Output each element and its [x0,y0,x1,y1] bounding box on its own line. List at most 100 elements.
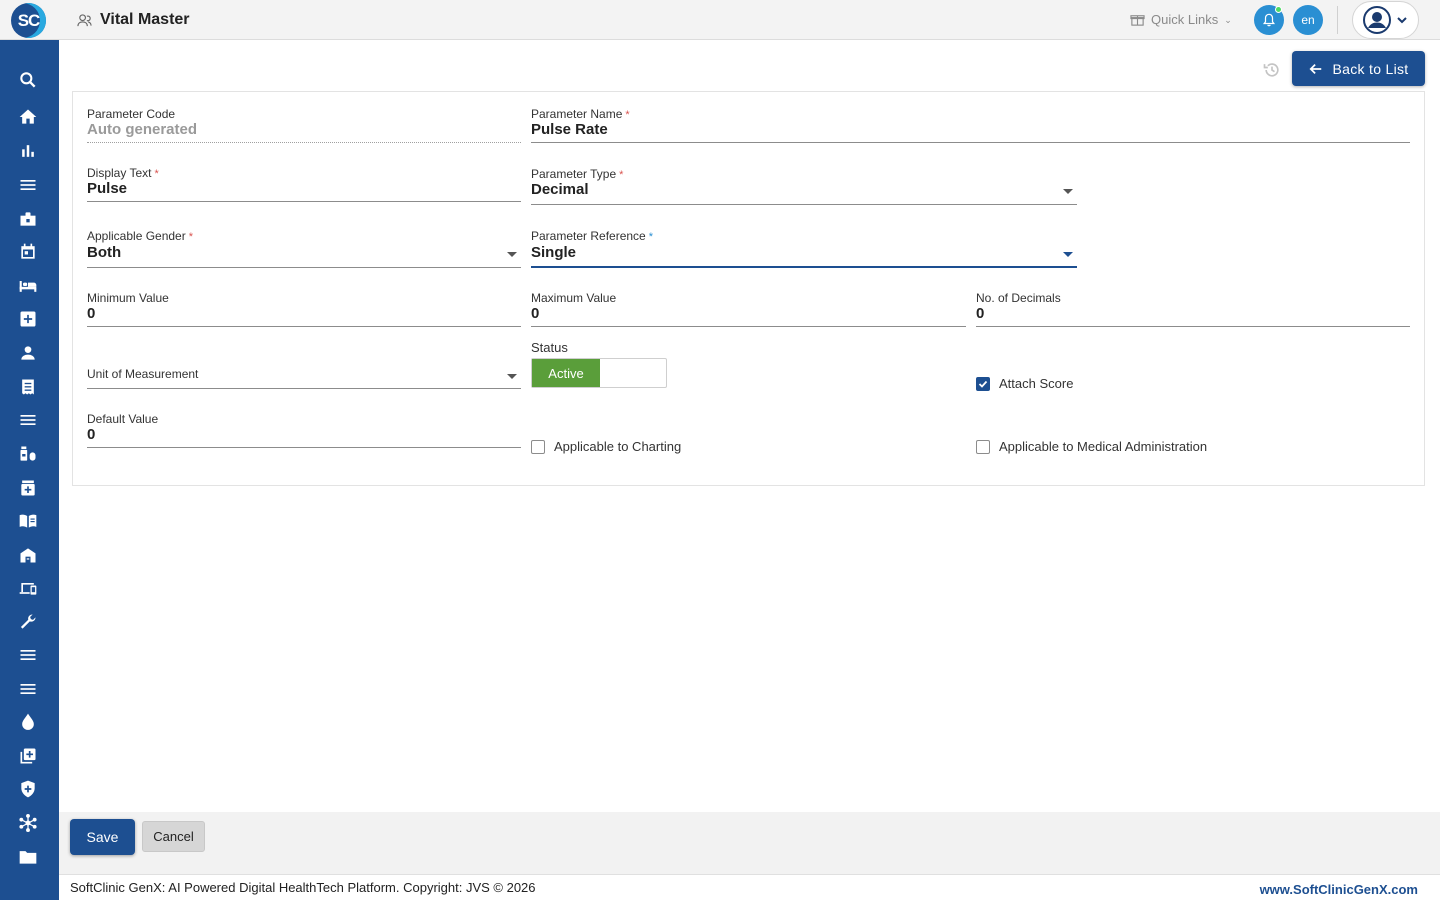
medical-plus-icon[interactable] [16,307,40,331]
attach-score-label: Attach Score [999,376,1074,391]
user-avatar-icon [1363,6,1391,34]
footer-copyright: SoftClinic GenX: AI Powered Digital Heal… [70,880,536,895]
gift-icon [1130,14,1145,26]
maximum-value-field[interactable]: Maximum Value 0 [531,291,966,327]
default-value-label: Default Value [87,412,159,426]
unit-of-measurement-select[interactable]: Unit of Measurement [87,366,521,389]
field-underline [976,326,1410,327]
parameter-type-select[interactable]: Parameter Type * Decimal [531,167,1077,205]
checkbox-unchecked[interactable] [531,439,545,454]
display-text-input[interactable]: Pulse [87,180,127,197]
no-of-decimals-input[interactable]: 0 [976,305,984,322]
shield-icon[interactable] [16,777,40,801]
applicable-gender-value: Both [87,244,122,261]
caret-down-icon [507,374,517,379]
caret-down-icon [1063,189,1073,194]
parameter-name-label: Parameter Name * [531,107,630,121]
history-icon[interactable] [1262,60,1282,80]
default-value-field[interactable]: Default Value 0 [87,412,521,448]
arrow-left-icon [1309,63,1321,74]
bar-chart-icon[interactable] [16,139,40,163]
person-icon[interactable] [16,341,40,365]
notification-dot [1275,6,1282,13]
devices-icon[interactable] [16,576,40,600]
status-toggle[interactable]: Active [531,358,667,388]
parameter-code-input[interactable]: Auto generated [87,121,197,138]
maximum-value-input[interactable]: 0 [531,305,539,322]
parameter-name-field[interactable]: Parameter Name * Pulse Rate [531,107,1410,143]
applicable-gender-label: Applicable Gender * [87,229,194,243]
building-icon[interactable] [16,543,40,567]
book-icon[interactable] [16,509,40,533]
footer-website-link[interactable]: www.SoftClinicGenX.com [1260,882,1418,897]
applicable-gender-select[interactable]: Applicable Gender * Both [87,229,521,268]
status-label: Status [531,340,568,355]
checkbox-checked[interactable] [976,376,990,391]
medication-icon[interactable] [16,442,40,466]
field-underline [87,142,521,143]
field-underline [531,326,966,327]
menu-icon-2[interactable] [16,643,40,667]
check-icon [978,380,988,388]
display-text-field[interactable]: Display Text * Pulse [87,166,521,202]
applicable-to-charting-checkbox[interactable]: Applicable to Charting [531,439,681,454]
checkbox-unchecked[interactable] [976,439,990,454]
parameter-code-label: Parameter Code [87,107,176,121]
wrench-icon[interactable] [16,610,40,634]
parameter-code-field[interactable]: Parameter Code Auto generated [87,107,521,143]
save-button[interactable]: Save [70,819,135,855]
add-box-icon[interactable] [16,744,40,768]
chevron-down-icon [1397,17,1407,24]
minimum-value-label: Minimum Value [87,291,169,305]
language-button[interactable]: en [1293,5,1323,35]
search-icon[interactable] [16,68,40,92]
status-active-option[interactable]: Active [532,359,600,387]
no-of-decimals-label: No. of Decimals [976,291,1061,305]
notifications-button[interactable] [1254,5,1284,35]
cancel-button[interactable]: Cancel [142,821,205,852]
calendar-icon[interactable] [16,240,40,264]
bed-icon[interactable] [16,274,40,298]
quick-links-menu[interactable]: Quick Links ⌄ [1130,9,1232,29]
back-to-list-button[interactable]: Back to List [1292,51,1425,86]
maximum-value-label: Maximum Value [531,291,617,305]
caret-down-icon [1063,252,1073,257]
applicable-to-medical-admin-label: Applicable to Medical Administration [999,439,1208,454]
badge-icon[interactable] [16,207,40,231]
parameter-reference-label: Parameter Reference * [531,229,654,243]
parameter-name-input[interactable]: Pulse Rate [531,121,608,138]
quick-links-label: Quick Links [1151,11,1219,27]
field-underline [531,204,1077,205]
no-of-decimals-field[interactable]: No. of Decimals 0 [976,291,1410,327]
list-icon[interactable] [16,408,40,432]
field-underline [87,388,521,389]
menu-icon-3[interactable] [16,677,40,701]
parameter-reference-select[interactable]: Parameter Reference * Single [531,229,1077,269]
field-underline-active [531,266,1077,268]
chevron-down-icon: ⌄ [1224,15,1232,25]
network-icon[interactable] [16,811,40,835]
field-underline [87,447,521,448]
caret-down-icon [507,252,517,257]
attach-score-checkbox[interactable]: Attach Score [976,376,1073,391]
parameter-type-label: Parameter Type * [531,167,624,181]
folder-icon[interactable] [16,845,40,869]
applicable-to-medical-admin-checkbox[interactable]: Applicable to Medical Administration [976,439,1207,454]
default-value-input[interactable]: 0 [87,426,95,443]
home-icon[interactable] [16,105,40,129]
app-logo[interactable]: SC [11,3,46,38]
minimum-value-input[interactable]: 0 [87,305,95,322]
minimum-value-field[interactable]: Minimum Value 0 [87,291,521,327]
applicable-to-charting-label: Applicable to Charting [554,439,682,454]
header-divider [1337,6,1338,34]
receipt-icon[interactable] [16,375,40,399]
action-bar [59,812,1440,874]
pharmacy-icon[interactable] [16,476,40,500]
profile-menu[interactable] [1352,1,1419,39]
field-underline [87,201,521,202]
users-icon [77,14,92,27]
parameter-reference-value: Single [531,244,577,261]
blood-drop-icon[interactable] [16,710,40,734]
field-underline [87,326,521,327]
menu-icon[interactable] [16,173,40,197]
